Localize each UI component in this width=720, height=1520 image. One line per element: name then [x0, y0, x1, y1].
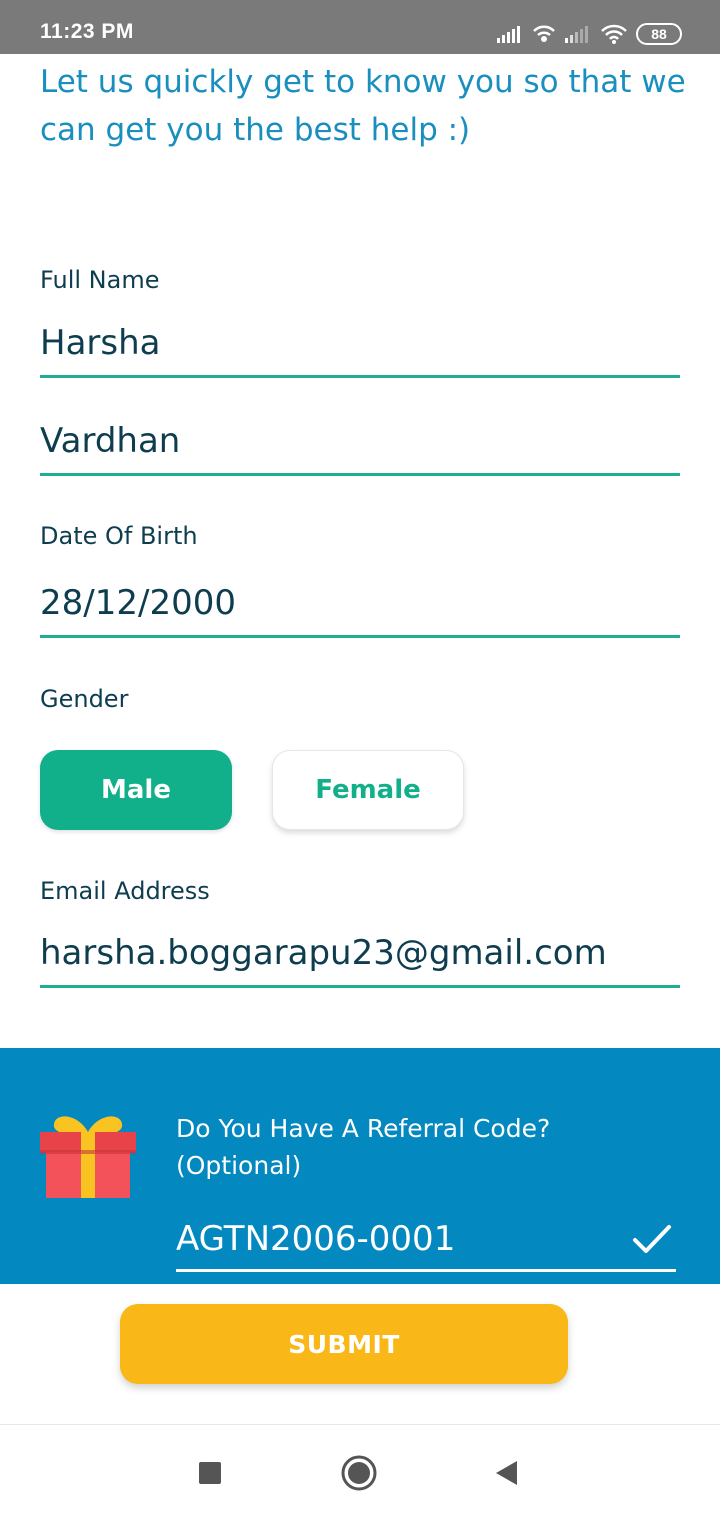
signal-icon — [496, 24, 524, 44]
email-label: Email Address — [40, 877, 210, 905]
wifi-hotspot-icon — [532, 23, 556, 45]
wifi-icon — [600, 23, 628, 45]
intro-heading: Let us quickly get to know you so that w… — [40, 64, 686, 148]
back-triangle-icon[interactable] — [486, 1453, 526, 1493]
checkmark-icon — [632, 1223, 672, 1255]
submit-button[interactable]: SUBMIT — [120, 1304, 568, 1384]
dob-input[interactable]: 28/12/2000 — [40, 572, 680, 638]
first-name-input[interactable]: Harsha — [40, 312, 680, 378]
recents-square-icon[interactable] — [190, 1453, 230, 1493]
status-time: 11:23 PM — [40, 20, 134, 43]
last-name-value: Vardhan — [40, 421, 181, 461]
referral-code-input[interactable]: AGTN2006-0001 — [176, 1208, 676, 1272]
home-circle-icon[interactable] — [339, 1453, 379, 1493]
gender-female-button[interactable]: Female — [272, 750, 464, 830]
full-name-label: Full Name — [40, 266, 160, 294]
referral-code-value: AGTN2006-0001 — [176, 1219, 456, 1259]
referral-title: Do You Have A Referral Code? (Optional) — [176, 1110, 550, 1184]
status-icons: 88 — [496, 22, 682, 46]
system-nav-bar — [0, 1424, 720, 1520]
referral-title-line1: Do You Have A Referral Code? — [176, 1114, 551, 1143]
last-name-input[interactable]: Vardhan — [40, 410, 680, 476]
first-name-value: Harsha — [40, 323, 161, 363]
referral-panel: Do You Have A Referral Code? (Optional) … — [0, 1048, 720, 1284]
email-input[interactable]: harsha.boggarapu23@gmail.com — [40, 922, 680, 988]
email-value: harsha.boggarapu23@gmail.com — [40, 933, 607, 973]
dob-label: Date Of Birth — [40, 522, 198, 550]
signal-icon — [564, 24, 592, 44]
dob-value: 28/12/2000 — [40, 583, 236, 623]
gender-label: Gender — [40, 685, 129, 713]
gender-male-button[interactable]: Male — [40, 750, 232, 830]
battery-icon: 88 — [636, 23, 682, 45]
status-bar: 11:23 PM 88 — [0, 0, 720, 54]
referral-title-line2: (Optional) — [176, 1151, 302, 1180]
gift-icon — [38, 1110, 138, 1200]
